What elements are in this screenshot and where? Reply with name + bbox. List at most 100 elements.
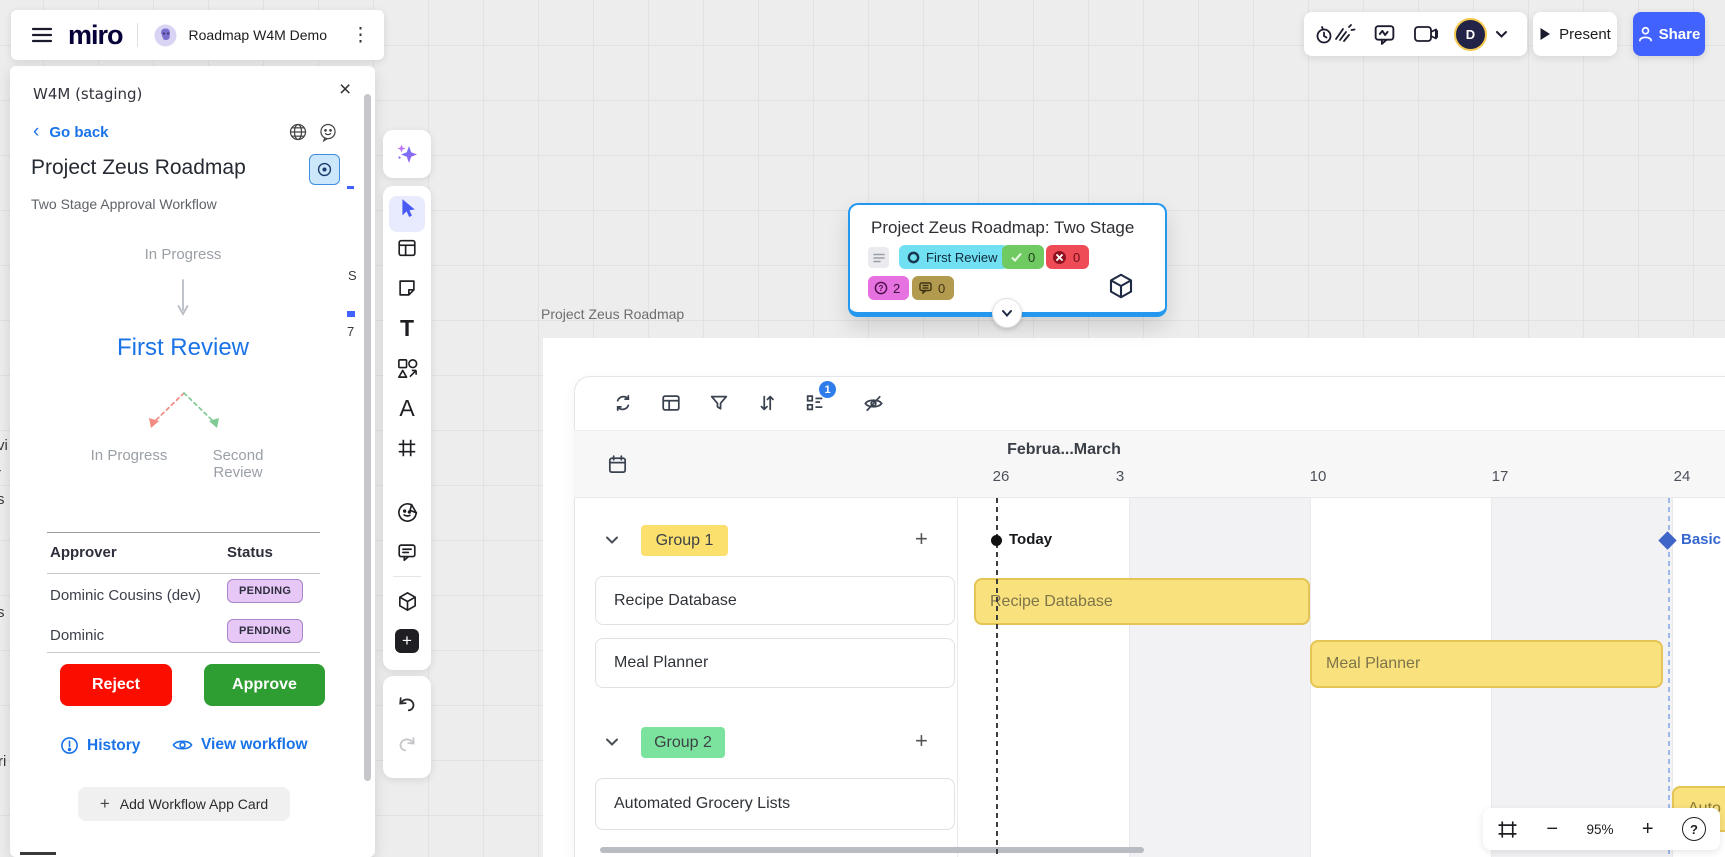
fields-icon[interactable]: 1: [804, 392, 826, 414]
calendar-icon[interactable]: [606, 453, 629, 476]
layout-icon[interactable]: [660, 392, 682, 414]
toolbar-divider: [393, 576, 421, 577]
view-workflow-link[interactable]: View workflow: [172, 736, 308, 754]
zoom-level[interactable]: 95%: [1586, 822, 1613, 837]
clipped-canvas-mark: [347, 186, 354, 189]
user-avatar[interactable]: D: [1454, 18, 1487, 51]
help-icon[interactable]: ?: [1682, 817, 1706, 841]
canvas-clipped-text: r: [0, 465, 1, 482]
clipped-canvas-mark: [347, 311, 355, 317]
pen-tool[interactable]: A: [383, 388, 431, 428]
status-column-header: Status: [227, 544, 273, 561]
history-info-icon: [60, 736, 79, 755]
gantt-bar[interactable]: Recipe Database: [974, 578, 1310, 625]
sticky-note-tool[interactable]: [383, 268, 431, 308]
column-divider: [1129, 498, 1130, 857]
workflow-approve-state: Second Review: [188, 447, 288, 481]
hamburger-menu-icon[interactable]: [32, 27, 52, 43]
kebab-menu-icon[interactable]: ⋮: [351, 26, 370, 45]
workflow-previous-state: In Progress: [108, 246, 258, 263]
plus-icon: +: [100, 794, 110, 814]
locate-card-button[interactable]: [309, 154, 340, 185]
group-2-badge[interactable]: Group 2: [641, 727, 725, 758]
x-circle-icon: [1052, 250, 1067, 265]
canvas-clipped-text: vi: [0, 437, 8, 454]
history-link[interactable]: History: [60, 736, 140, 755]
add-item-button[interactable]: +: [915, 728, 928, 754]
timeline-row-label[interactable]: Recipe Database: [595, 576, 955, 625]
timeline-toolbar: 1: [574, 376, 1725, 430]
date-tick: 24: [1674, 468, 1691, 485]
frame-title[interactable]: Project Zeus Roadmap: [541, 306, 684, 322]
add-workflow-app-card-button[interactable]: + Add Workflow App Card: [78, 787, 290, 821]
workflow-reject-state: In Progress: [54, 447, 204, 464]
feedback-smiley-icon[interactable]: [318, 122, 338, 142]
clipped-canvas-mark: 7: [347, 324, 355, 339]
approved-badge: 0: [1002, 245, 1044, 269]
shapes-tool[interactable]: [383, 348, 431, 388]
comment-icon: [919, 282, 932, 294]
approve-button[interactable]: Approve: [204, 664, 325, 706]
status-ring-icon: [907, 251, 920, 264]
board-avatar: [154, 24, 177, 47]
sort-icon[interactable]: [756, 392, 778, 414]
board-header: miro Roadmap W4M Demo ⋮: [11, 10, 384, 60]
share-button[interactable]: Share: [1633, 12, 1705, 56]
zoom-out-button[interactable]: −: [1546, 818, 1558, 841]
ai-assist-button[interactable]: [383, 130, 431, 178]
reject-button[interactable]: Reject: [60, 664, 172, 706]
sync-icon[interactable]: [612, 392, 634, 414]
group-1-badge[interactable]: Group 1: [641, 525, 728, 556]
apps-tool[interactable]: [383, 581, 431, 621]
play-icon: [1539, 27, 1551, 41]
hide-icon[interactable]: [862, 392, 885, 415]
gantt-bar[interactable]: Meal Planner: [1310, 640, 1663, 688]
approver-name: Dominic: [50, 627, 104, 644]
select-tool[interactable]: [383, 188, 431, 228]
comment-tool[interactable]: [383, 532, 431, 572]
add-item-button[interactable]: +: [915, 526, 928, 552]
close-icon[interactable]: ×: [339, 78, 351, 102]
video-chat-icon[interactable]: [1413, 23, 1440, 45]
text-tool[interactable]: T: [383, 308, 431, 348]
zoom-in-button[interactable]: +: [1642, 818, 1654, 841]
undo-button[interactable]: [383, 684, 431, 724]
redo-button[interactable]: [383, 724, 431, 764]
back-chevron-icon: ‹: [33, 121, 39, 143]
stickers-tool[interactable]: [383, 492, 431, 532]
collab-header: D: [1304, 12, 1527, 56]
sparkles-icon: [394, 141, 420, 167]
workflow-app-card[interactable]: Project Zeus Roadmap: Two Stage First Re…: [848, 203, 1167, 317]
go-back-link[interactable]: ‹ Go back: [33, 121, 109, 143]
svg-text:?: ?: [879, 284, 884, 293]
reactions-icon[interactable]: [1316, 21, 1356, 47]
present-button[interactable]: Present: [1533, 12, 1617, 56]
comments-icon[interactable]: [1372, 22, 1397, 47]
app-card-title: Project Zeus Roadmap: Two Stage: [871, 218, 1134, 238]
filter-icon[interactable]: [708, 392, 730, 414]
frame-tool[interactable]: [383, 428, 431, 468]
more-tools-button[interactable]: +: [383, 621, 431, 661]
globe-icon[interactable]: [288, 122, 308, 142]
card-expand-button[interactable]: [992, 298, 1022, 328]
timeline-row-label[interactable]: Automated Grocery Lists: [595, 778, 955, 830]
column-divider: [957, 498, 958, 857]
panel-app-title: W4M (staging): [33, 85, 142, 103]
approver-column-header: Approver: [50, 544, 117, 561]
miro-logo[interactable]: miro: [68, 20, 123, 51]
timeline-header: [574, 430, 1725, 498]
timeline-horizontal-scrollbar[interactable]: [600, 847, 1144, 853]
clipped-canvas-mark: S: [348, 268, 357, 283]
canvas-clipped-text: ri: [0, 753, 6, 770]
templates-tool[interactable]: [383, 228, 431, 268]
rejected-badge: 0: [1046, 245, 1089, 269]
group-collapse-chevron[interactable]: [604, 736, 620, 748]
board-title[interactable]: Roadmap W4M Demo: [189, 27, 328, 43]
panel-scrollbar[interactable]: [364, 94, 371, 781]
fit-to-screen-icon[interactable]: [1497, 819, 1518, 840]
description-icon: [868, 247, 889, 268]
divider: [47, 532, 320, 533]
group-collapse-chevron[interactable]: [604, 534, 620, 546]
timeline-row-label[interactable]: Meal Planner: [595, 638, 955, 688]
avatar-chevron-icon[interactable]: [1495, 30, 1508, 39]
